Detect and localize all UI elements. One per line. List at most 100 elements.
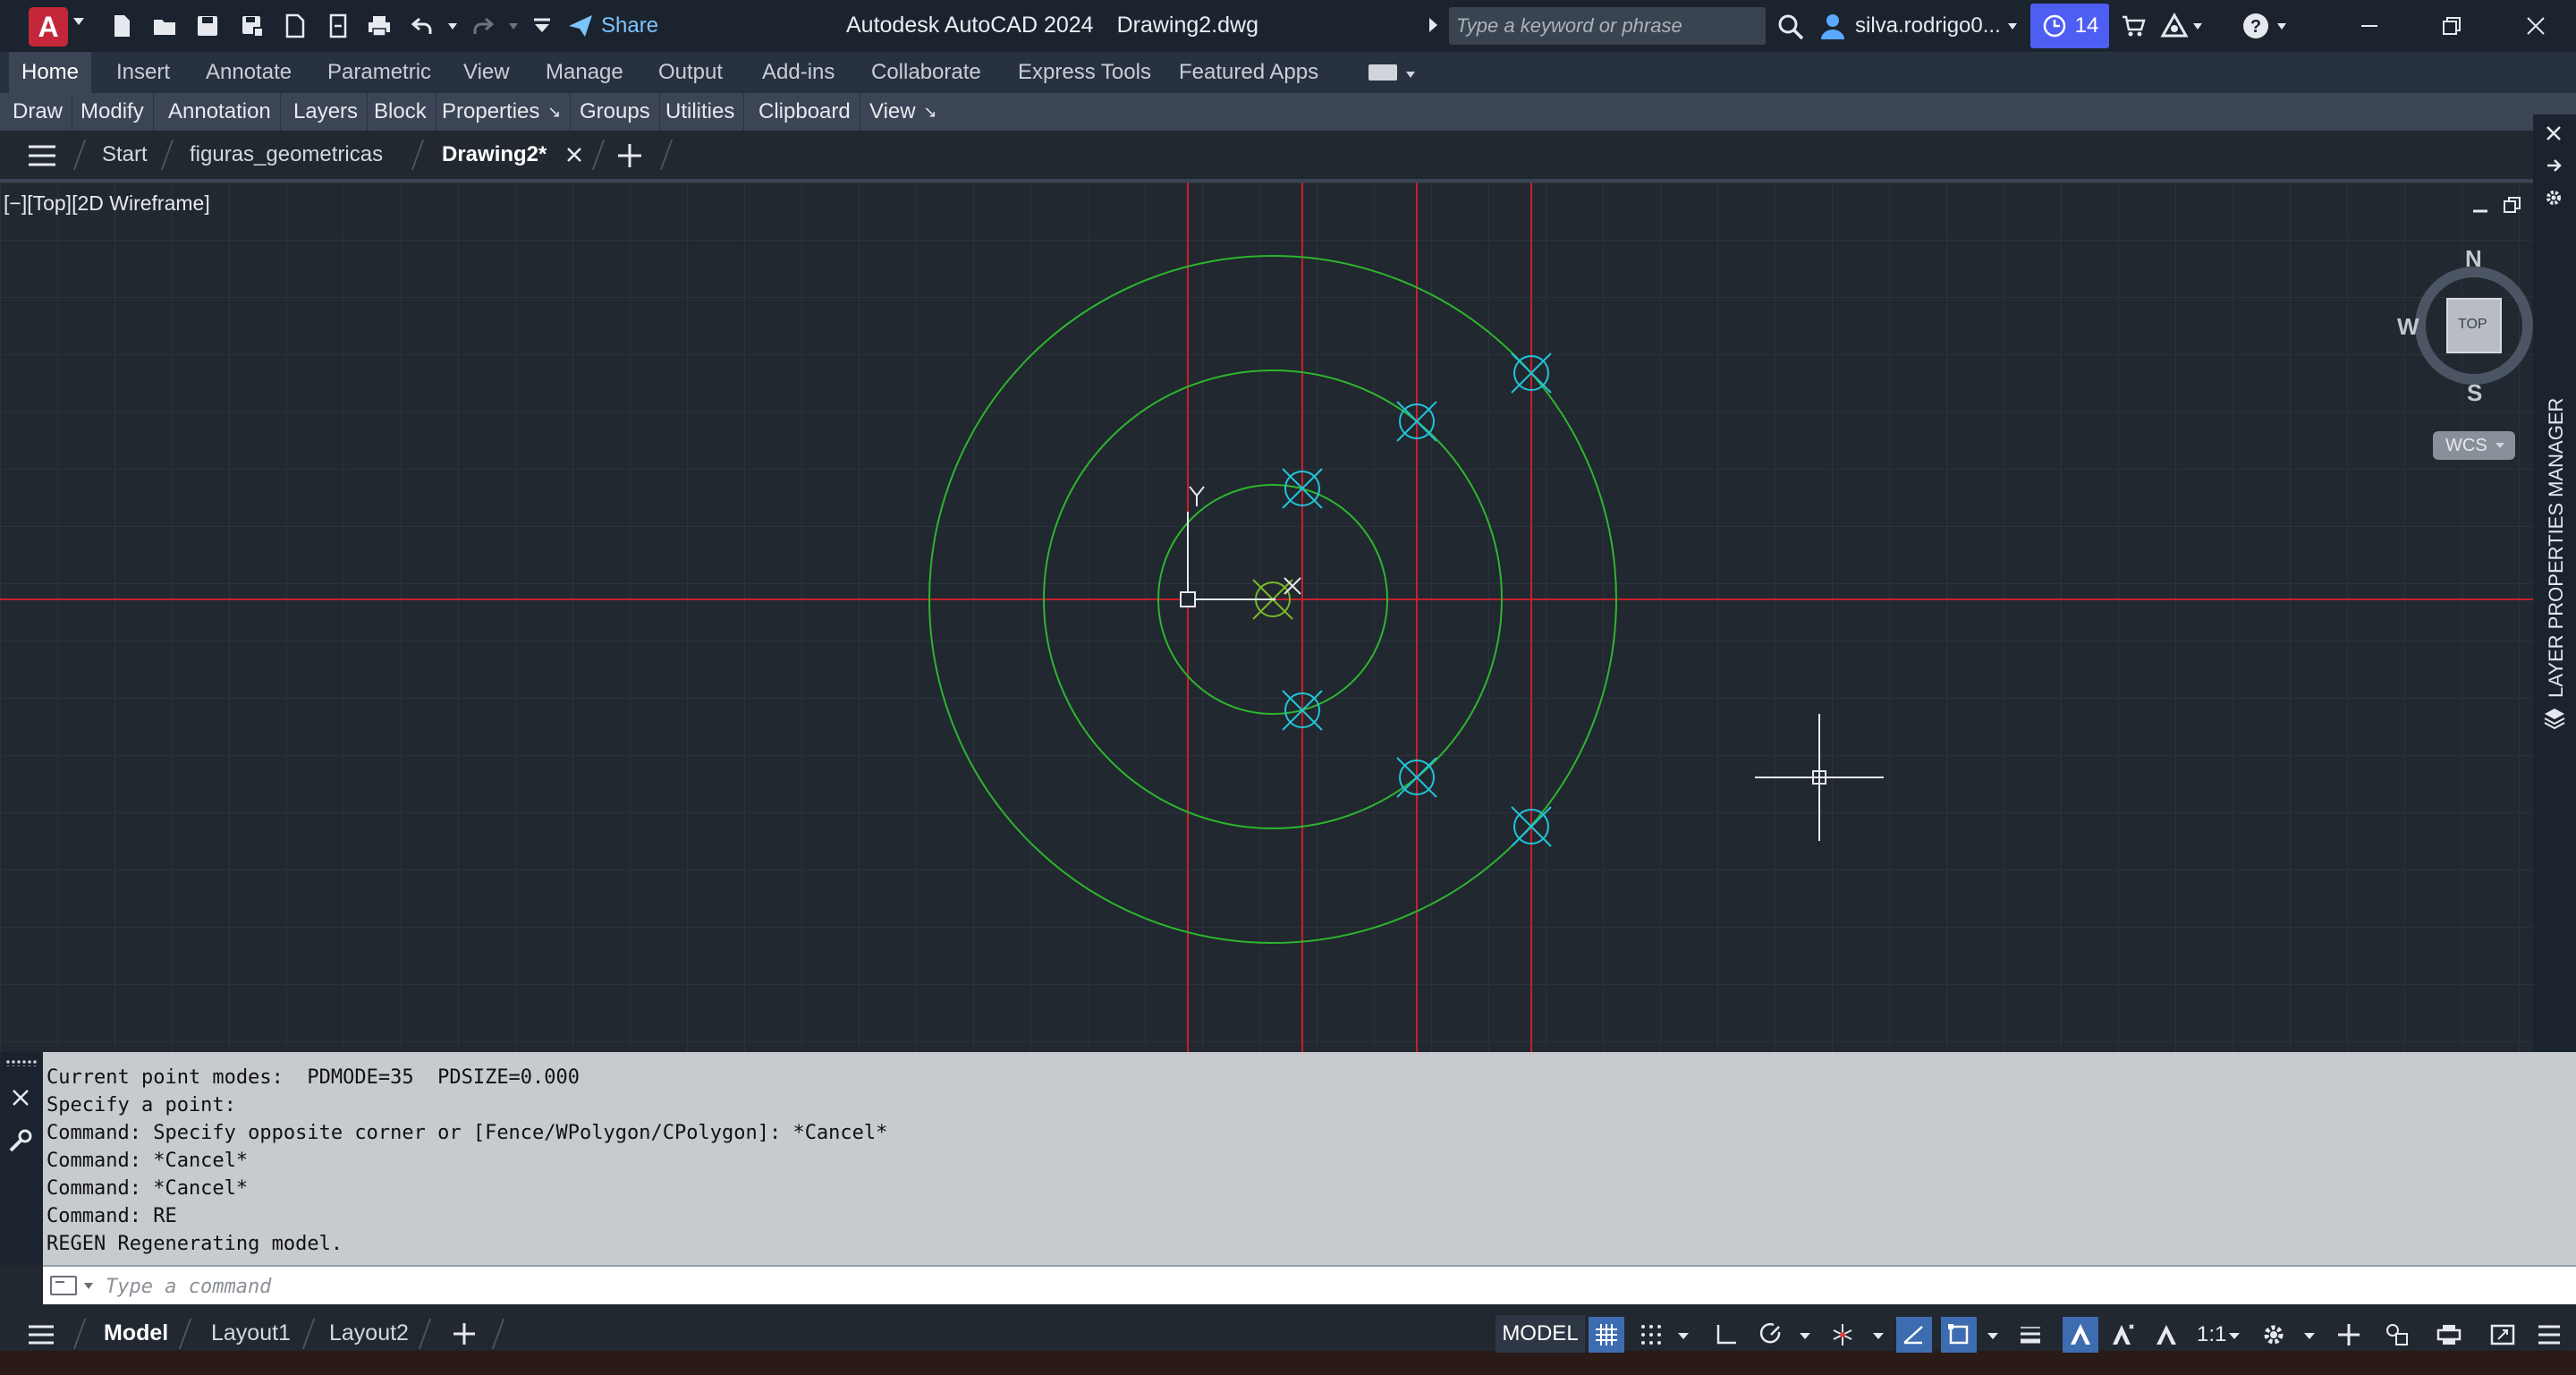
palette-close-icon[interactable] xyxy=(2544,123,2563,148)
tab-parametric[interactable]: Parametric xyxy=(315,52,444,93)
search-expand-icon[interactable] xyxy=(1429,18,1437,32)
save-as-icon[interactable] xyxy=(234,9,270,43)
redo-dropdown-icon[interactable] xyxy=(504,9,522,43)
annotation-monitor-plus-icon[interactable] xyxy=(2331,1317,2367,1353)
publish-icon[interactable] xyxy=(277,9,313,43)
viewcube[interactable]: N S W TOP xyxy=(2397,242,2540,406)
new-layout-plus-icon[interactable] xyxy=(451,1320,478,1352)
open-folder-icon[interactable] xyxy=(147,9,182,43)
search-icon[interactable] xyxy=(1775,11,1807,43)
app-menu-caret-icon[interactable] xyxy=(73,18,84,25)
restore-button[interactable] xyxy=(2411,0,2492,52)
command-close-icon[interactable] xyxy=(11,1088,30,1112)
panel-clipboard[interactable]: Clipboard xyxy=(750,93,860,131)
ribbon-display-toggle-icon[interactable] xyxy=(1368,64,1397,81)
import-icon[interactable] xyxy=(320,9,356,43)
polar-tracking-icon[interactable] xyxy=(1753,1317,1789,1353)
tab-manage[interactable]: Manage xyxy=(533,52,636,93)
layout-menu-icon[interactable] xyxy=(27,1324,55,1350)
drawing-canvas[interactable]: [−][Top][2D Wireframe] N S W TOP WCS xyxy=(0,182,2533,1052)
tab-add-ins[interactable]: Add-ins xyxy=(750,52,847,93)
layout-tab-layout2[interactable]: Layout2 xyxy=(329,1315,409,1351)
tab-view[interactable]: View xyxy=(451,52,522,93)
file-tab-start[interactable]: Start xyxy=(102,131,148,179)
palette-autohide-icon[interactable] xyxy=(2544,156,2563,180)
file-tabs-menu-icon[interactable] xyxy=(27,144,57,172)
compass-north-label[interactable]: N xyxy=(2465,245,2482,273)
search-input[interactable]: Type a keyword or phrase xyxy=(1449,7,1766,45)
tab-output[interactable]: Output xyxy=(646,52,735,93)
file-tab-figuras-geometricas[interactable]: figuras_geometricas xyxy=(190,131,383,179)
object-snap-caret-icon[interactable] xyxy=(1987,1333,1998,1339)
isometric-drafting-icon[interactable] xyxy=(1825,1317,1860,1353)
autocad-logo-button[interactable]: A xyxy=(29,7,68,47)
tab-insert[interactable]: Insert xyxy=(104,52,182,93)
palette-settings-icon[interactable] xyxy=(2544,188,2563,212)
annotation-scale-icon[interactable] xyxy=(2148,1317,2184,1353)
compass-west-label[interactable]: W xyxy=(2397,313,2419,341)
close-button[interactable] xyxy=(2496,0,2576,52)
isometric-caret-icon[interactable] xyxy=(1873,1333,1884,1339)
compass-south-label[interactable]: S xyxy=(2467,379,2482,407)
panel-layers[interactable]: Layers xyxy=(284,93,369,131)
panel-utilities[interactable]: Utilities xyxy=(657,93,745,131)
workspace-caret-icon[interactable] xyxy=(2304,1333,2315,1339)
snap-mode-icon[interactable] xyxy=(1633,1317,1669,1353)
polar-caret-icon[interactable] xyxy=(1800,1333,1810,1339)
tab-annotate[interactable]: Annotate xyxy=(193,52,304,93)
help-icon[interactable]: ? xyxy=(2238,9,2290,43)
user-account-menu[interactable]: silva.rodrigo0... xyxy=(1818,7,2017,45)
viewport-restore-icon[interactable] xyxy=(2503,195,2522,219)
annotation-scale-value[interactable]: 1:1 xyxy=(2197,1322,2226,1347)
clean-screen-icon[interactable] xyxy=(2485,1317,2521,1353)
viewport-controls-label[interactable]: [−][Top][2D Wireframe] xyxy=(4,191,210,216)
new-tab-plus-icon[interactable] xyxy=(615,141,644,174)
cart-icon[interactable] xyxy=(2116,9,2150,43)
customize-toolbar-icon[interactable] xyxy=(528,9,556,43)
recent-commands-caret-icon[interactable] xyxy=(84,1283,93,1289)
tab-home[interactable]: Home xyxy=(9,52,92,93)
notifications-button[interactable]: 14 xyxy=(2030,4,2109,48)
tab-featured-apps[interactable]: Featured Apps xyxy=(1166,52,1331,93)
snap-caret-icon[interactable] xyxy=(1678,1333,1689,1339)
save-icon[interactable] xyxy=(190,9,225,43)
command-customize-icon[interactable] xyxy=(7,1127,34,1159)
undo-icon[interactable] xyxy=(404,9,440,43)
panel-block[interactable]: Block xyxy=(365,93,436,131)
layer-stack-icon[interactable] xyxy=(2542,705,2567,734)
command-prompt-icon[interactable] xyxy=(50,1276,77,1295)
layout-tab-model[interactable]: Model xyxy=(104,1315,168,1351)
new-file-icon[interactable] xyxy=(104,9,140,43)
object-snap-tracking-icon[interactable] xyxy=(1896,1317,1932,1353)
ucs-menu-button[interactable]: WCS xyxy=(2433,431,2515,460)
isolate-objects-icon[interactable] xyxy=(2379,1317,2415,1353)
ortho-mode-icon[interactable] xyxy=(1708,1317,1744,1353)
tab-collaborate[interactable]: Collaborate xyxy=(859,52,994,93)
ribbon-display-caret-icon[interactable] xyxy=(1406,72,1415,78)
autodesk-connect-icon[interactable] xyxy=(2156,9,2206,43)
plot-icon[interactable] xyxy=(361,9,397,43)
panel-groups[interactable]: Groups xyxy=(571,93,660,131)
redo-icon[interactable] xyxy=(465,9,501,43)
close-tab-icon[interactable] xyxy=(565,146,583,168)
lineweight-icon[interactable] xyxy=(2012,1317,2048,1353)
viewcube-top-face[interactable]: TOP xyxy=(2458,317,2487,333)
workspace-gear-icon[interactable] xyxy=(2256,1317,2292,1353)
layer-properties-manager-label[interactable]: LAYER PROPERTIES MANAGER xyxy=(2545,398,2568,698)
status-bar-customize-icon[interactable] xyxy=(2531,1317,2567,1353)
panel-draw[interactable]: Draw xyxy=(4,93,73,131)
file-tab-drawing2[interactable]: Drawing2* xyxy=(442,131,547,179)
annotation-visibility-icon[interactable] xyxy=(2063,1317,2098,1353)
command-line-grip[interactable] xyxy=(0,1052,43,1265)
command-input[interactable]: Type a command xyxy=(43,1265,2576,1304)
grid-display-icon[interactable] xyxy=(1589,1317,1624,1353)
panel-modify[interactable]: Modify xyxy=(72,93,154,131)
panel-view[interactable]: View ↘ xyxy=(860,93,946,131)
hardware-acceleration-icon[interactable] xyxy=(2431,1317,2467,1353)
viewport-minimize-icon[interactable] xyxy=(2470,199,2490,223)
minimize-button[interactable] xyxy=(2329,0,2410,52)
panel-properties[interactable]: Properties ↘ xyxy=(433,93,572,131)
share-button[interactable]: Share xyxy=(567,7,658,45)
scale-caret-icon[interactable] xyxy=(2229,1333,2240,1339)
undo-dropdown-icon[interactable] xyxy=(444,9,462,43)
